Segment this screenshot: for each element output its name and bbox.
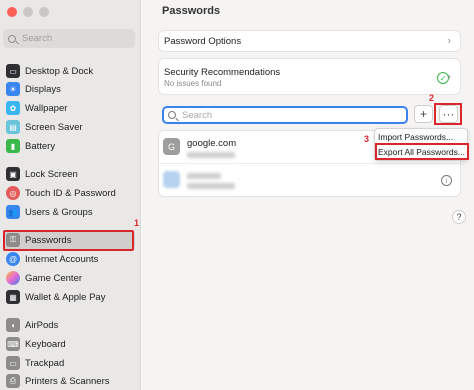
sidebar-item-users-groups[interactable]: 👥 Users & Groups (3, 203, 135, 221)
search-icon (8, 34, 16, 43)
displays-icon: ☀ (6, 82, 20, 96)
main-panel: Passwords Password Options › Security Re… (142, 0, 474, 390)
sidebar-item-touch-id[interactable]: ◎ Touch ID & Password (3, 184, 135, 202)
close-window-button[interactable] (7, 7, 17, 17)
sidebar-item-keyboard[interactable]: ⌨ Keyboard (3, 335, 135, 353)
sidebar-item-label: Touch ID & Password (25, 187, 116, 199)
sidebar-item-lock-screen[interactable]: ▣ Lock Screen (3, 165, 135, 183)
security-title: Security Recommendations (164, 67, 281, 78)
sidebar-item-label: Trackpad (25, 357, 65, 369)
sidebar-item-battery[interactable]: ▮ Battery (3, 137, 135, 155)
window-controls (7, 7, 49, 17)
more-options-menu: Import Passwords... Export All Passwords… (374, 128, 469, 161)
annotation-number-3: 3 (364, 134, 370, 144)
desktop-dock-icon: ▭ (6, 64, 20, 78)
password-options-row[interactable]: Password Options › (158, 30, 461, 52)
sidebar-item-label: Wallpaper (25, 102, 68, 114)
sidebar-item-wallet[interactable]: ▦ Wallet & Apple Pay (3, 288, 135, 306)
annotation-number-2: 2 (429, 93, 435, 103)
fingerprint-icon: ◎ (6, 186, 20, 200)
site-name: google.com (187, 138, 237, 149)
sidebar-item-wallpaper[interactable]: ✿ Wallpaper (3, 99, 135, 117)
screen-saver-icon: ▤ (6, 120, 20, 134)
chevron-right-icon: › (447, 71, 451, 82)
sidebar-item-label: Keyboard (25, 338, 66, 350)
sidebar-item-label: Battery (25, 140, 56, 152)
sidebar: ▭ Desktop & Dock ☀ Displays ✿ Wallpaper … (0, 0, 141, 390)
sidebar-item-label: Wallet & Apple Pay (25, 291, 106, 303)
printer-icon: ⎙ (6, 374, 20, 388)
sidebar-item-trackpad[interactable]: ▭ Trackpad (3, 354, 135, 372)
password-options-label: Password Options (164, 36, 242, 47)
chevron-right-icon: › (447, 35, 451, 47)
airpods-icon: ◖ (6, 318, 20, 332)
add-password-button[interactable]: + (414, 105, 433, 123)
sidebar-item-screen-saver[interactable]: ▤ Screen Saver (3, 118, 135, 136)
info-icon[interactable]: i (441, 175, 452, 186)
sidebar-item-label: Desktop & Dock (25, 65, 94, 77)
security-recommendations-row[interactable]: Security Recommendations No issues found… (158, 58, 461, 95)
wallet-icon: ▦ (6, 290, 20, 304)
security-subtitle: No issues found (164, 79, 222, 88)
highlight-passwords-box (3, 230, 134, 251)
sidebar-item-label: Printers & Scanners (25, 375, 110, 387)
sidebar-item-displays[interactable]: ☀ Displays (3, 80, 135, 98)
sidebar-item-label: Displays (25, 83, 61, 95)
sidebar-item-label: Screen Saver (25, 121, 83, 133)
users-icon: 👥 (6, 205, 20, 219)
page-title: Passwords (162, 5, 221, 17)
list-item[interactable]: i (159, 164, 460, 197)
sidebar-search-input[interactable] (22, 33, 122, 44)
search-icon (168, 111, 176, 119)
sidebar-item-printers[interactable]: ⎙ Printers & Scanners (3, 372, 135, 390)
password-search-input[interactable] (182, 109, 382, 121)
sidebar-item-label: Game Center (25, 272, 83, 284)
sidebar-item-airpods[interactable]: ◖ AirPods (3, 316, 135, 334)
zoom-window-button[interactable] (39, 7, 49, 17)
highlight-export-box (375, 143, 469, 160)
sidebar-item-game-center[interactable]: Game Center (3, 269, 135, 287)
lock-screen-icon: ▣ (6, 167, 20, 181)
minimize-window-button[interactable] (23, 7, 33, 17)
redacted-username (187, 152, 235, 158)
sidebar-item-label: AirPods (25, 319, 59, 331)
password-search[interactable] (162, 106, 408, 124)
highlight-more-box (434, 103, 462, 125)
sidebar-item-desktop-dock[interactable]: ▭ Desktop & Dock (3, 62, 135, 80)
game-center-icon (6, 271, 20, 285)
redacted-site (187, 173, 221, 179)
sidebar-item-label: Lock Screen (25, 168, 78, 180)
sidebar-item-label: Internet Accounts (25, 253, 99, 265)
sidebar-item-label: Users & Groups (25, 206, 93, 218)
site-avatar (163, 171, 180, 188)
import-passwords-item[interactable]: Import Passwords... (378, 132, 453, 142)
at-icon: @ (6, 252, 20, 266)
site-avatar: G (163, 138, 180, 155)
sidebar-item-internet-accounts[interactable]: @ Internet Accounts (3, 250, 135, 268)
keyboard-icon: ⌨ (6, 337, 20, 351)
redacted-username (187, 183, 235, 189)
annotation-number-1: 1 (134, 218, 140, 228)
wallpaper-icon: ✿ (6, 101, 20, 115)
sidebar-search[interactable] (3, 29, 135, 48)
battery-icon: ▮ (6, 139, 20, 153)
trackpad-icon: ▭ (6, 356, 20, 370)
help-button[interactable]: ? (452, 210, 466, 224)
